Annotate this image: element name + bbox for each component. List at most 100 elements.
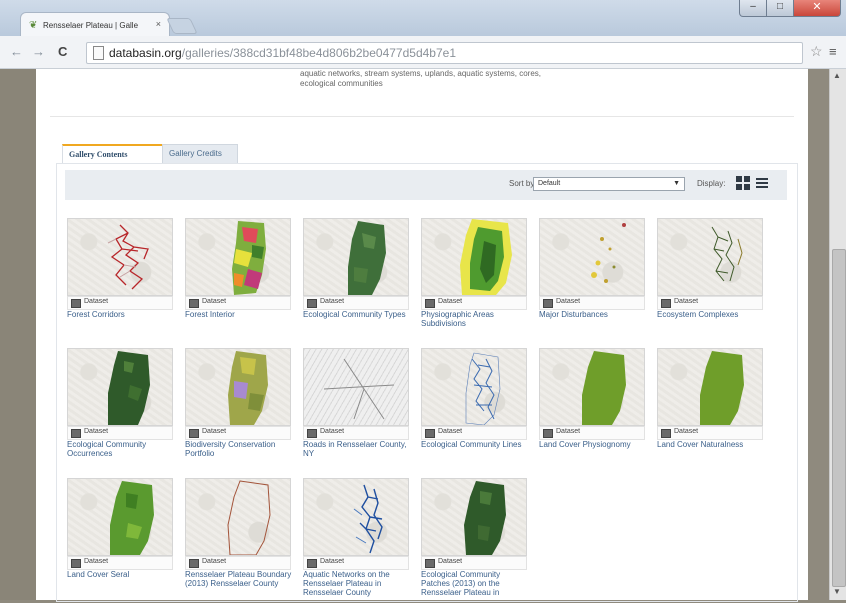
item-thumbnail[interactable] [421,348,527,426]
item-type-bar: Dataset [185,426,291,440]
item-thumbnail[interactable] [185,478,291,556]
dataset-icon [71,299,81,308]
item-type-bar: Dataset [657,296,763,310]
item-type-bar: Dataset [303,556,409,570]
bookmark-star-icon[interactable]: ☆ [810,43,823,60]
item-thumbnail[interactable] [67,218,173,296]
gallery-controls: Sort by: Default ▼ Display: [65,170,787,200]
gallery-item[interactable]: Dataset Ecological Community Types [303,218,413,343]
gallery-item[interactable]: Dataset Biodiversity Conservation Portfo… [185,348,295,473]
browser-toolbar: ← → C databasin.org/galleries/388cd31bf4… [0,36,846,69]
browser-tab[interactable]: ❦ Rensselaer Plateau | Galle × [20,12,170,37]
item-title[interactable]: Aquatic Networks on the Rensselaer Plate… [303,570,411,597]
item-title[interactable]: Ecological Community Lines [421,440,529,449]
item-thumbnail[interactable] [303,478,409,556]
item-type-bar: Dataset [67,556,173,570]
gallery-item[interactable]: Dataset Forest Corridors [67,218,177,343]
scroll-up-icon[interactable]: ▲ [833,71,841,80]
dataset-icon [189,559,199,568]
item-thumbnail[interactable] [185,348,291,426]
vertical-scrollbar[interactable]: ▲ ▼ [829,69,846,600]
minimize-button[interactable]: – [739,0,767,17]
dataset-icon [307,299,317,308]
forward-icon[interactable]: → [32,44,45,59]
item-title[interactable]: Biodiversity Conservation Portfolio [185,440,293,458]
item-title[interactable]: Physiographic Areas Subdivisions [421,310,529,328]
tab-close-icon[interactable]: × [156,19,161,29]
back-icon[interactable]: ← [10,44,23,59]
gallery-item[interactable]: Dataset Ecological Community Occurrences [67,348,177,473]
gallery-item[interactable]: Dataset Land Cover Seral [67,478,177,603]
item-type-bar: Dataset [539,426,645,440]
item-thumbnail[interactable] [303,348,409,426]
dataset-icon [661,299,671,308]
item-thumbnail[interactable] [539,348,645,426]
dataset-icon [189,429,199,438]
gallery-item[interactable]: Dataset Forest Interior [185,218,295,343]
item-title[interactable]: Ecosystem Complexes [657,310,765,319]
item-type-bar: Dataset [421,426,527,440]
dataset-icon [189,299,199,308]
tab-gallery-credits[interactable]: Gallery Credits [162,144,238,164]
grid-view-icon[interactable] [736,176,750,190]
gallery-item[interactable]: Dataset Land Cover Naturalness [657,348,767,473]
address-bar[interactable]: databasin.org/galleries/388cd31bf48be4d8… [86,42,803,64]
item-title[interactable]: Ecological Community Patches (2013) on t… [421,570,529,597]
tab-title: Rensselaer Plateau | Galle [43,21,139,30]
item-thumbnail[interactable] [539,218,645,296]
item-title[interactable]: Ecological Community Occurrences [67,440,175,458]
item-thumbnail[interactable] [421,478,527,556]
item-title[interactable]: Land Cover Physiognomy [539,440,647,449]
maximize-button[interactable]: □ [766,0,794,17]
gallery-item[interactable]: Dataset Major Disturbances [539,218,649,343]
dataset-icon [425,559,435,568]
menu-icon[interactable]: ≡ [829,44,837,59]
item-thumbnail[interactable] [67,348,173,426]
gallery-item[interactable]: Dataset Land Cover Physiognomy [539,348,649,473]
item-type-bar: Dataset [421,296,527,310]
gallery-item[interactable]: Dataset Roads in Rensselaer County, NY [303,348,413,473]
list-view-icon[interactable] [756,177,768,189]
gallery-item[interactable]: Dataset Ecological Community Patches (20… [421,478,531,603]
maximize-icon: □ [776,1,784,12]
item-type-bar: Dataset [303,296,409,310]
item-title[interactable]: Ecological Community Types [303,310,411,319]
gallery-item[interactable]: Dataset Rensselaer Plateau Boundary (201… [185,478,295,603]
page-icon [93,46,104,60]
item-thumbnail[interactable] [185,218,291,296]
item-title[interactable]: Major Disturbances [539,310,647,319]
scroll-down-icon[interactable]: ▼ [833,587,841,596]
close-window-button[interactable]: ✕ [793,0,841,17]
item-thumbnail[interactable] [657,218,763,296]
dataset-icon [425,429,435,438]
sort-value: Default [538,180,561,187]
new-tab-button[interactable] [166,18,198,34]
sort-select[interactable]: Default ▼ [533,177,685,191]
item-type-bar: Dataset [539,296,645,310]
item-type-bar: Dataset [303,426,409,440]
item-thumbnail[interactable] [67,478,173,556]
item-title[interactable]: Forest Corridors [67,310,175,319]
item-title[interactable]: Forest Interior [185,310,293,319]
item-thumbnail[interactable] [421,218,527,296]
gallery-item[interactable]: Dataset Ecosystem Complexes [657,218,767,343]
item-thumbnail[interactable] [657,348,763,426]
display-label: Display: [697,179,726,188]
tab-gallery-contents[interactable]: Gallery Contents [62,144,168,164]
reload-icon[interactable]: C [58,44,67,59]
item-title[interactable]: Land Cover Seral [67,570,175,579]
item-type-bar: Dataset [185,296,291,310]
scrollbar-thumb[interactable] [832,249,846,587]
dataset-icon [425,299,435,308]
item-title[interactable]: Roads in Rensselaer County, NY [303,440,411,458]
item-type-bar: Dataset [67,296,173,310]
item-type-bar: Dataset [421,556,527,570]
item-thumbnail[interactable] [303,218,409,296]
gallery-item[interactable]: Dataset Physiographic Areas Subdivisions [421,218,531,343]
gallery-item[interactable]: Dataset Ecological Community Lines [421,348,531,473]
gallery-item[interactable]: Dataset Aquatic Networks on the Renssela… [303,478,413,603]
item-title[interactable]: Land Cover Naturalness [657,440,765,449]
item-type-bar: Dataset [185,556,291,570]
item-title[interactable]: Rensselaer Plateau Boundary (2013) Renss… [185,570,293,588]
dataset-icon [71,559,81,568]
